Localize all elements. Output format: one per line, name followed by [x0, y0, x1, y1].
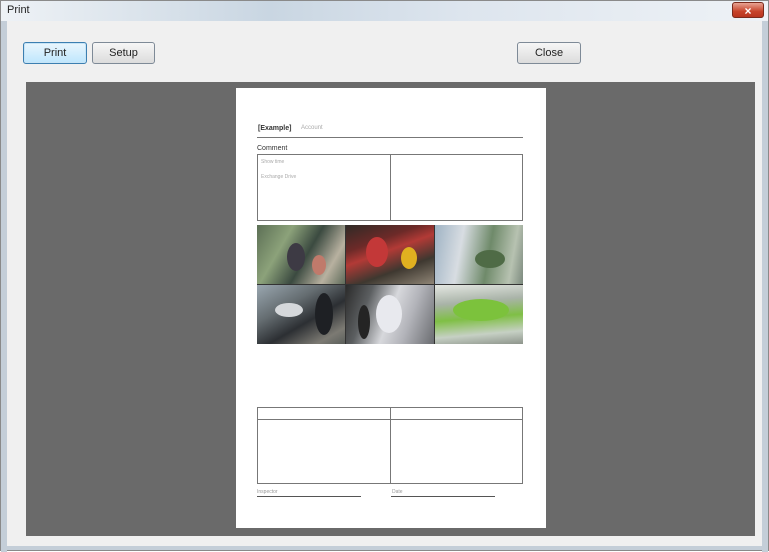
- close-button[interactable]: Close: [517, 42, 581, 64]
- comment-line-2: Exchange Drive: [261, 174, 297, 180]
- title-bar: Print ×: [1, 1, 768, 21]
- camera-thumbnail-4: [257, 285, 345, 344]
- window-frame-right: [762, 21, 768, 552]
- header-divider: [257, 137, 523, 138]
- preview-page: [Example] Account Comment Show time Exch…: [236, 88, 546, 528]
- setup-button[interactable]: Setup: [92, 42, 155, 64]
- print-dialog: Print × Print Setup Close [Example] Acco…: [0, 0, 769, 552]
- table-column-divider: [390, 408, 391, 483]
- camera-thumbnail-6: [435, 285, 523, 344]
- print-preview-area[interactable]: [Example] Account Comment Show time Exch…: [26, 82, 755, 536]
- comment-box: Show time Exchange Drive: [257, 154, 523, 221]
- camera-thumbnail-1: [257, 225, 345, 284]
- comment-label: Comment: [257, 145, 288, 152]
- comment-box-divider: [390, 155, 391, 220]
- signature-line-2: [391, 496, 495, 497]
- page-header-title: [Example]: [258, 125, 292, 132]
- signature-table: [257, 407, 523, 484]
- camera-thumbnail-3: [435, 225, 523, 284]
- signature-label-1: Inspector: [257, 489, 278, 495]
- signature-label-2: Date: [392, 489, 403, 495]
- comment-line-1: Show time: [261, 159, 285, 165]
- close-icon[interactable]: ×: [732, 2, 764, 18]
- page-header-subtitle: Account: [301, 125, 323, 131]
- camera-thumbnail-grid: [257, 225, 523, 344]
- camera-thumbnail-5: [346, 285, 434, 344]
- window-title: Print: [7, 4, 30, 16]
- print-button[interactable]: Print: [23, 42, 87, 64]
- signature-line-1: [257, 496, 361, 497]
- dialog-body: Print Setup Close [Example] Account Comm…: [7, 21, 762, 546]
- camera-thumbnail-2: [346, 225, 434, 284]
